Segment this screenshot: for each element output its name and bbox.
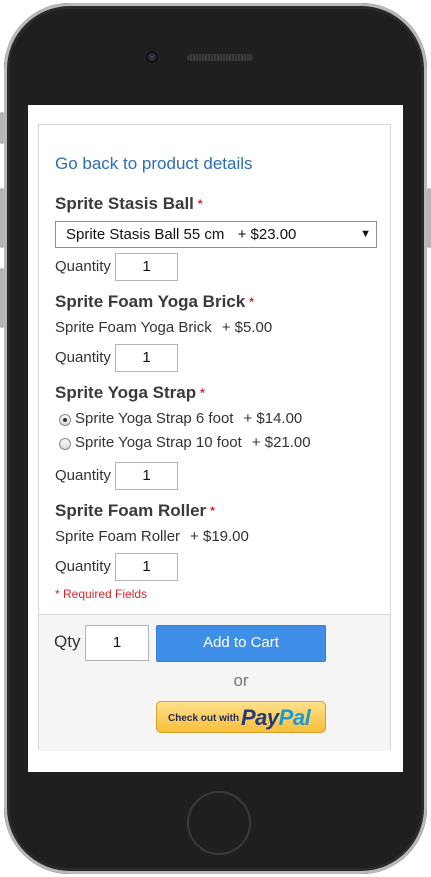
qty-label: Qty <box>54 632 81 651</box>
power-button <box>427 188 431 248</box>
foam-roller-quantity-input[interactable]: 1 <box>115 553 178 581</box>
dropdown-arrow-icon: ▼ <box>360 228 371 240</box>
required-star: * <box>210 504 215 518</box>
quantity-label: Quantity <box>55 467 111 484</box>
add-to-cart-box: Qty 1 Add to Cart or Check out with PayP… <box>39 614 390 751</box>
phone-screen: Go back to product details Sprite Stasis… <box>28 105 403 772</box>
required-star: * <box>249 295 254 309</box>
select-option-price: + $23.00 <box>237 226 297 243</box>
section-title-text: Sprite Foam Yoga Brick <box>55 292 246 311</box>
volume-up-button <box>0 188 4 248</box>
section-title-foam-roller: Sprite Foam Roller * <box>55 501 215 521</box>
product-options-card: Go back to product details Sprite Stasis… <box>38 124 391 751</box>
radio-label: Sprite Yoga Strap 10 foot + $21.00 <box>75 434 311 451</box>
section-title-text: Sprite Foam Roller <box>55 501 207 520</box>
required-star: * <box>197 197 203 211</box>
stasis-ball-quantity-input[interactable]: 1 <box>115 253 178 281</box>
yoga-brick-quantity-input[interactable]: 1 <box>115 344 178 372</box>
radio-label: Sprite Yoga Strap 6 foot + $14.00 <box>75 410 302 427</box>
section-title-stasis-ball: Sprite Stasis Ball * <box>55 194 203 214</box>
paypal-logo-pay: Pay <box>241 705 279 730</box>
front-camera-icon <box>146 51 158 63</box>
add-to-cart-button[interactable]: Add to Cart <box>156 625 326 662</box>
speaker-grille <box>187 54 253 61</box>
required-star: * <box>200 386 205 400</box>
item-price: + $5.00 <box>221 319 273 336</box>
yoga-brick-item: Sprite Foam Yoga Brick + $5.00 <box>55 319 272 336</box>
radio-button-checked[interactable] <box>59 414 71 426</box>
home-button[interactable] <box>187 791 251 855</box>
quantity-label: Quantity <box>55 258 111 275</box>
item-name: Sprite Foam Roller <box>55 528 181 545</box>
option-price: + $21.00 <box>251 434 311 451</box>
quantity-label: Quantity <box>55 349 111 366</box>
item-name: Sprite Foam Yoga Brick <box>55 319 212 336</box>
paypal-checkout-text: Check out with <box>168 713 240 724</box>
item-price: + $19.00 <box>190 528 249 545</box>
select-option-name: Sprite Stasis Ball 55 cm <box>66 226 225 243</box>
radio-button[interactable] <box>59 438 71 450</box>
paypal-checkout-button[interactable]: Check out with PayPal <box>156 701 326 733</box>
stasis-ball-size-select[interactable]: Sprite Stasis Ball 55 cm + $23.00 ▼ <box>55 221 377 248</box>
required-fields-note: * Required Fields <box>55 587 148 601</box>
paypal-logo-pal: Pal <box>278 705 311 730</box>
foam-roller-item: Sprite Foam Roller + $19.00 <box>55 528 249 545</box>
back-to-product-link[interactable]: Go back to product details <box>55 154 253 174</box>
mute-switch <box>0 112 4 144</box>
section-title-text: Sprite Yoga Strap <box>55 383 197 402</box>
cart-qty-input[interactable]: 1 <box>85 625 149 661</box>
option-name: Sprite Yoga Strap 10 foot <box>75 434 242 451</box>
or-separator: or <box>233 671 249 690</box>
section-title-text: Sprite Stasis Ball <box>55 194 194 213</box>
quantity-label: Quantity <box>55 558 111 575</box>
section-title-yoga-strap: Sprite Yoga Strap * <box>55 383 205 403</box>
volume-down-button <box>0 268 4 328</box>
option-name: Sprite Yoga Strap 6 foot <box>75 410 234 427</box>
yoga-strap-quantity-input[interactable]: 1 <box>115 462 178 490</box>
option-price: + $14.00 <box>243 410 303 427</box>
paypal-logo: PayPal <box>241 705 311 731</box>
section-title-yoga-brick: Sprite Foam Yoga Brick * <box>55 292 254 312</box>
